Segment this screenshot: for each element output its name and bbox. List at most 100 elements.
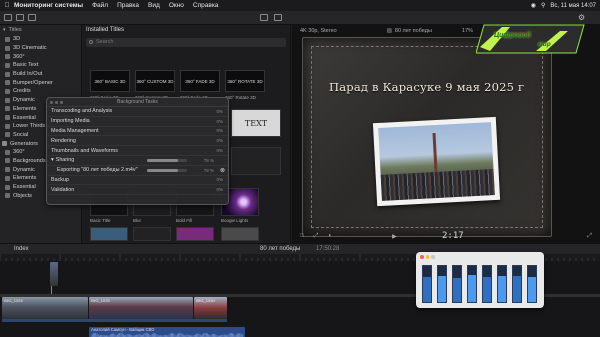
connected-clip[interactable] [50,262,58,286]
title-thumb[interactable]: 360° BASIC 3D [90,70,130,92]
sidebar-header[interactable]: ▾ Titles [0,25,81,35]
zoom-dot[interactable] [431,255,435,259]
task-row[interactable]: Transcoding and Analysis 0% [47,107,228,117]
title-thumb[interactable]: 360° ROTATE 3D [225,70,265,92]
audio-waveform [91,333,243,337]
viewer-project[interactable]: 80 лет победы [395,28,432,34]
video-clip[interactable]: IMG_1026 [89,297,193,319]
audio-meter-window[interactable] [416,252,544,308]
title-thumb[interactable] [90,227,128,241]
meter-level [468,275,476,302]
sidebar-item-label: 3D Cinematic [13,45,47,52]
photo-image [378,122,495,201]
cancel-icon[interactable]: ⊗ [220,167,225,174]
menu-view[interactable]: Вид [148,2,160,9]
video-clip[interactable]: IMG_1030 [194,297,227,319]
sidebar-item[interactable]: Build In/Out [0,70,81,79]
task-row[interactable]: Rendering 0% [47,136,228,147]
sidebar-item[interactable]: 360° [0,52,81,61]
title-thumb[interactable] [221,227,259,241]
menu-app-name[interactable]: Мониторинг системы [14,2,83,9]
viewer-zoom[interactable]: 17% [462,28,473,34]
thumb-caption: Basic Title [90,218,111,223]
meter-channel [452,265,462,303]
search-placeholder: Search [96,39,114,45]
zoom-dot[interactable] [60,101,63,104]
text-title-thumb[interactable]: TEXT [231,109,281,137]
title-thumb[interactable] [176,227,214,241]
clip-name: IMG_1026 [91,298,110,303]
tasks-list: Transcoding and Analysis 0% Importing Medi… [47,107,228,196]
close-dot[interactable] [420,255,424,259]
sidebar-item[interactable]: Basic Text [0,61,81,70]
apple-icon[interactable]:  [0,2,14,9]
folder-icon [5,80,10,86]
crop-icon[interactable]: □ [300,233,304,239]
logo-line-1: Цифровой [494,32,531,39]
chevron-down-icon[interactable]: ▾ [51,157,54,163]
minimize-dot[interactable] [55,101,58,104]
task-percent: 78 % [203,157,214,163]
meter-level [498,275,506,302]
task-row[interactable]: ▾ Sharing 78 % [47,156,228,166]
sidebar-item[interactable]: 3D Cinematic [0,44,81,53]
wifi-icon[interactable]: ◉ [531,2,536,9]
check-icon[interactable] [274,14,282,21]
tasks-title-bar[interactable]: Background Tasks [47,98,228,107]
sidebar-item-label: Backgrounds [13,157,46,164]
settings-icon[interactable]: ⚙ [578,13,585,22]
title-thumb[interactable]: 360° CUSTOM 3D [135,70,175,92]
menu-edit[interactable]: Правка [117,2,139,9]
meter-level [528,277,536,302]
sidebar-item[interactable]: Credits [0,87,81,96]
sidebar-item[interactable]: Bumper/Opener [0,78,81,87]
menu-window[interactable]: Окно [169,2,184,9]
thumb-caption: 360° Rotate 3D [225,95,256,100]
meter-channel [512,265,522,303]
search-icon[interactable]: ⚲ [541,2,545,9]
keyword-icon[interactable] [260,14,268,21]
task-row[interactable]: Importing Media 0% [47,117,228,127]
task-row[interactable]: Validation 0% [47,185,228,196]
speed-icon[interactable]: ◐ [328,233,332,239]
search-input[interactable]: Search [86,38,286,47]
menubar-status-area: ◉ ⚲ Вс, 11 мая 14:07 [531,0,596,11]
sidebar-item-label: Social [13,131,29,138]
album-title: Парад в Карасуке 9 мая 2025 г [329,80,525,94]
sidebar-item-label: Credits [13,88,31,95]
music-audio-clip[interactable]: Анатолий Самсун - Вайщик СВО [89,327,245,337]
title-thumb[interactable]: 360° FADE 3D [180,70,220,92]
task-row[interactable]: Media Management 0% [47,127,228,137]
menu-file[interactable]: Файл [92,2,108,9]
photos-icon[interactable] [16,14,24,21]
minimize-dot[interactable] [425,255,429,259]
titles-icon[interactable] [28,14,36,21]
title-thumb[interactable] [133,227,171,241]
clip-name: IMG_1025 [4,298,23,303]
task-row[interactable]: Exporting "80 лет победы 2.m4v" 78 % ⊗ [47,166,228,176]
lower-third-thumb[interactable] [231,147,281,175]
task-row[interactable]: Backup 0% [47,176,228,186]
sidebar-item[interactable]: 3D [0,35,81,44]
background-tasks-panel: Background Tasks Transcoding and Analysi… [46,97,229,205]
menubar-clock[interactable]: Вс, 11 мая 14:07 [550,3,596,9]
meter-channel [482,265,492,303]
play-icon[interactable]: ▶ [392,233,397,240]
sidebar-item-label: Generators [10,140,38,147]
thumb-text: 360° FADE 3D [185,78,215,84]
task-label: Exporting "80 лет победы 2.m4v" [57,167,138,174]
task-percent: 0% [216,108,223,114]
task-percent: 0% [216,177,223,183]
close-dot[interactable] [50,101,53,104]
libraries-icon[interactable] [4,14,12,21]
task-row[interactable]: Thumbnails and Waveforms 0% [47,146,228,156]
transform-icon[interactable]: ⤢ [314,233,319,240]
folder-icon [5,184,10,190]
sidebar-item-label: Elements [13,105,37,112]
timeline-project[interactable]: 80 лет победы [260,246,300,252]
fullscreen-icon[interactable]: ⤢ [587,233,592,240]
video-clip[interactable]: IMG_1025 [2,297,88,319]
menu-help[interactable]: Справка [193,2,219,9]
task-percent: 78 % [203,167,214,173]
index-button[interactable]: Index [14,246,29,252]
